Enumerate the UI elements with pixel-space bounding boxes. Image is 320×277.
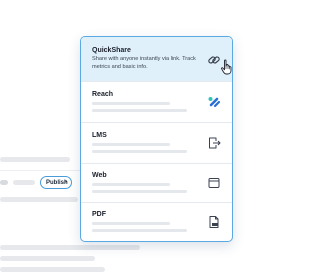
menu-item-title: Reach: [92, 91, 114, 98]
placeholder-line: [92, 229, 187, 232]
menu-item-title: PDF: [92, 211, 106, 218]
placeholder-line: [0, 180, 8, 185]
placeholder-line: [92, 109, 187, 112]
menu-item-title: Web: [92, 172, 107, 179]
menu-item-title: QuickShare: [92, 47, 131, 54]
placeholder-line: [0, 197, 78, 202]
placeholder-line: [92, 150, 187, 153]
placeholder-line: [0, 267, 105, 272]
menu-item-web[interactable]: Web: [81, 164, 232, 203]
menu-item-lms[interactable]: LMS: [81, 123, 232, 164]
placeholder-line: [0, 245, 140, 250]
placeholder-line: [13, 180, 35, 185]
publish-button[interactable]: Publish ›: [40, 176, 72, 189]
menu-item-pdf[interactable]: PDF: [81, 203, 232, 241]
menu-item-quickshare[interactable]: QuickShare Share with anyone instantly v…: [81, 37, 232, 82]
hand-cursor-icon: [221, 59, 232, 75]
menu-item-reach[interactable]: Reach: [81, 82, 232, 123]
placeholder-line: [92, 190, 187, 193]
reach-logo-icon: [208, 97, 221, 108]
placeholder-line: [92, 102, 170, 105]
menu-item-description: Share with anyone instantly via link. Tr…: [92, 56, 196, 70]
placeholder-line: [0, 157, 70, 162]
placeholder-line: [92, 183, 170, 186]
chevron-right-icon: ›: [65, 179, 67, 185]
publish-menu: QuickShare Share with anyone instantly v…: [80, 36, 233, 242]
placeholder-line: [92, 222, 170, 225]
link-icon: [208, 56, 220, 64]
divider: [0, 170, 80, 171]
browser-window-icon: [208, 178, 220, 188]
pdf-file-icon: [209, 216, 219, 228]
menu-item-title: LMS: [92, 132, 107, 139]
placeholder-line: [92, 143, 170, 146]
placeholder-line: [0, 256, 95, 261]
export-file-icon: [209, 137, 221, 149]
